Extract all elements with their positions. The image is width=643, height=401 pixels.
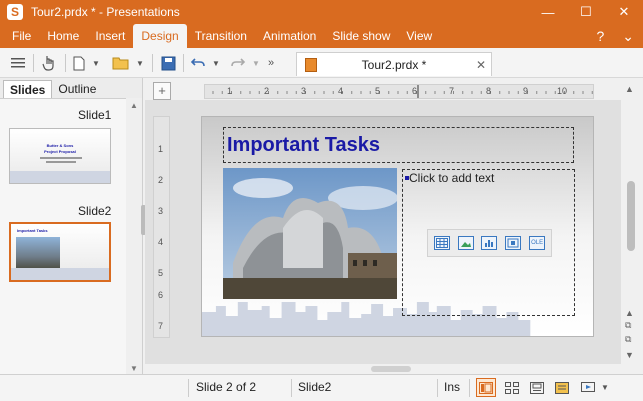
vertical-ruler[interactable]: 1 2 3 4 5 6 7: [153, 116, 170, 338]
ruler-mark-7: 7: [449, 86, 455, 96]
vertical-scrollbar[interactable]: ▲ ▲ ⧉ ⧉ ▼: [621, 78, 643, 374]
table-icon[interactable]: [433, 236, 450, 250]
vruler-mark-2: 2: [158, 175, 164, 185]
ruler-mark-10: 10: [557, 86, 568, 96]
vruler-mark-1: 1: [158, 144, 164, 154]
slide2-thumb-photo: [16, 237, 60, 270]
new-dropdown-icon[interactable]: ▼: [90, 53, 102, 73]
content-placeholder[interactable]: Click to add text OLE: [402, 169, 575, 316]
help-icon[interactable]: ?: [587, 28, 613, 44]
ruler-corner-icon[interactable]: +: [153, 82, 171, 100]
tab-outline[interactable]: Outline: [52, 80, 102, 98]
scroll-up-icon[interactable]: ▲: [625, 84, 634, 94]
vruler-mark-5: 5: [158, 268, 164, 278]
ruler-mark-8: 8: [486, 86, 492, 96]
tab-slide-show[interactable]: Slide show: [324, 24, 398, 48]
slide2-label: Slide2: [78, 204, 112, 218]
content-placeholder-text: Click to add text: [409, 171, 495, 185]
slide1-thumb-title: Butter & Sons: [46, 143, 74, 148]
scroll-down-icon[interactable]: ▼: [130, 364, 138, 373]
chevron-down-icon[interactable]: ⌄: [613, 28, 643, 45]
previous-slide-icon[interactable]: ⧉: [625, 320, 631, 331]
presentation-file-icon: [305, 57, 317, 72]
slideshow-dropdown-icon[interactable]: ▼: [598, 378, 612, 397]
picture-icon[interactable]: [457, 236, 474, 250]
save-icon[interactable]: [158, 53, 178, 73]
tab-transition[interactable]: Transition: [187, 24, 255, 48]
tab-view[interactable]: View: [398, 24, 440, 48]
vruler-mark-4: 4: [158, 237, 164, 247]
scroll-down-icon[interactable]: ▼: [625, 350, 634, 360]
ruler-mark-1: 1: [227, 86, 233, 96]
redo-dropdown-icon[interactable]: ▼: [250, 53, 262, 73]
slide-sorter-icon[interactable]: [502, 378, 522, 397]
slide1-thumb-subtitle: Project Proposal: [44, 149, 76, 154]
document-tab[interactable]: Tour2.prdx * ✕: [296, 52, 492, 76]
document-tab-label: Tour2.prdx *: [361, 57, 427, 72]
ruler-mark-3: 3: [301, 86, 307, 96]
tab-design[interactable]: Design: [133, 24, 187, 48]
slide2-thumb-title: Important Tasks: [17, 228, 48, 233]
toolbar-overflow-icon[interactable]: »: [264, 53, 278, 73]
ruler-mark-6: 6: [412, 86, 418, 96]
redo-icon[interactable]: [228, 53, 248, 73]
tab-home[interactable]: Home: [39, 24, 87, 48]
scroll-up-icon[interactable]: ▲: [130, 101, 138, 110]
undo-dropdown-icon[interactable]: ▼: [210, 53, 222, 73]
new-document-icon[interactable]: [70, 53, 88, 73]
undo-icon[interactable]: [188, 53, 208, 73]
next-slide-icon[interactable]: ⧉: [625, 334, 631, 345]
vruler-mark-3: 3: [158, 206, 164, 216]
vruler-mark-6: 6: [158, 290, 164, 300]
horizontal-scroll-handle[interactable]: [371, 366, 411, 372]
ole-object-icon[interactable]: OLE: [529, 236, 546, 250]
slides-panel: Slides Outline Slide1 Butter & Sons Proj…: [0, 78, 143, 374]
minimize-button[interactable]: —: [529, 0, 567, 24]
normal-view-icon[interactable]: [476, 378, 496, 397]
open-folder-icon[interactable]: [110, 53, 132, 73]
tab-slides[interactable]: Slides: [3, 80, 53, 98]
ruler-mark-2: 2: [264, 86, 270, 96]
slide-thumbnail-list: Slide1 Butter & Sons Project Proposal Sl…: [0, 98, 126, 374]
slide-title: Important Tasks: [227, 134, 380, 156]
media-icon[interactable]: [505, 236, 522, 250]
app-logo-icon: S: [7, 4, 23, 20]
tab-animation[interactable]: Animation: [255, 24, 324, 48]
slide-name: Slide2: [298, 380, 332, 394]
slide-editor[interactable]: Important Tasks Click to add text OLE: [201, 116, 594, 337]
slideshow-icon[interactable]: [578, 378, 598, 397]
horizontal-ruler[interactable]: 1 2 3 4 5 6 7 8 9 10: [204, 84, 594, 99]
ruler-mark-9: 9: [523, 86, 529, 96]
slide1-thumbnail[interactable]: Butter & Sons Project Proposal: [9, 128, 111, 184]
notes-view-icon[interactable]: [527, 378, 547, 397]
title-placeholder[interactable]: Important Tasks: [223, 127, 574, 163]
title-bar: S Tour2.prdx * - Presentations — ☐ ✕: [0, 0, 643, 24]
window-title: Tour2.prdx * - Presentations: [31, 5, 180, 19]
hand-pointer-icon[interactable]: [38, 53, 60, 73]
close-tab-icon[interactable]: ✕: [471, 58, 491, 72]
tab-insert[interactable]: Insert: [87, 24, 133, 48]
handout-view-icon[interactable]: [552, 378, 572, 397]
maximize-button[interactable]: ☐: [567, 0, 605, 24]
slide-position: Slide 2 of 2: [196, 380, 257, 394]
insert-object-toolbar: OLE: [427, 229, 552, 257]
scrollbar-thumb[interactable]: [627, 181, 635, 251]
ruler-mark-5: 5: [375, 86, 381, 96]
vruler-mark-7: 7: [158, 321, 164, 331]
slide2-thumbnail[interactable]: Important Tasks: [9, 222, 111, 282]
building-photo[interactable]: [223, 168, 397, 299]
scroll-up-page-icon[interactable]: ▲: [625, 308, 634, 318]
ruler-mark-4: 4: [338, 86, 344, 96]
insert-mode[interactable]: Ins: [444, 380, 460, 394]
hamburger-menu-icon[interactable]: [8, 53, 28, 73]
thumbnail-scrollbar[interactable]: ▲ ▼: [126, 98, 142, 374]
chart-icon[interactable]: [481, 236, 498, 250]
close-button[interactable]: ✕: [605, 0, 643, 24]
slide1-label: Slide1: [78, 108, 112, 122]
tab-file[interactable]: File: [4, 24, 39, 48]
ribbon-tabs: File Home Insert Design Transition Anima…: [0, 24, 643, 48]
open-dropdown-icon[interactable]: ▼: [134, 53, 146, 73]
quick-toolbar: ▼ ▼ ▼ ▼ » Tour2.prdx * ✕: [0, 48, 643, 78]
status-bar: Slide 2 of 2 Slide2 Ins ▼: [0, 374, 643, 401]
